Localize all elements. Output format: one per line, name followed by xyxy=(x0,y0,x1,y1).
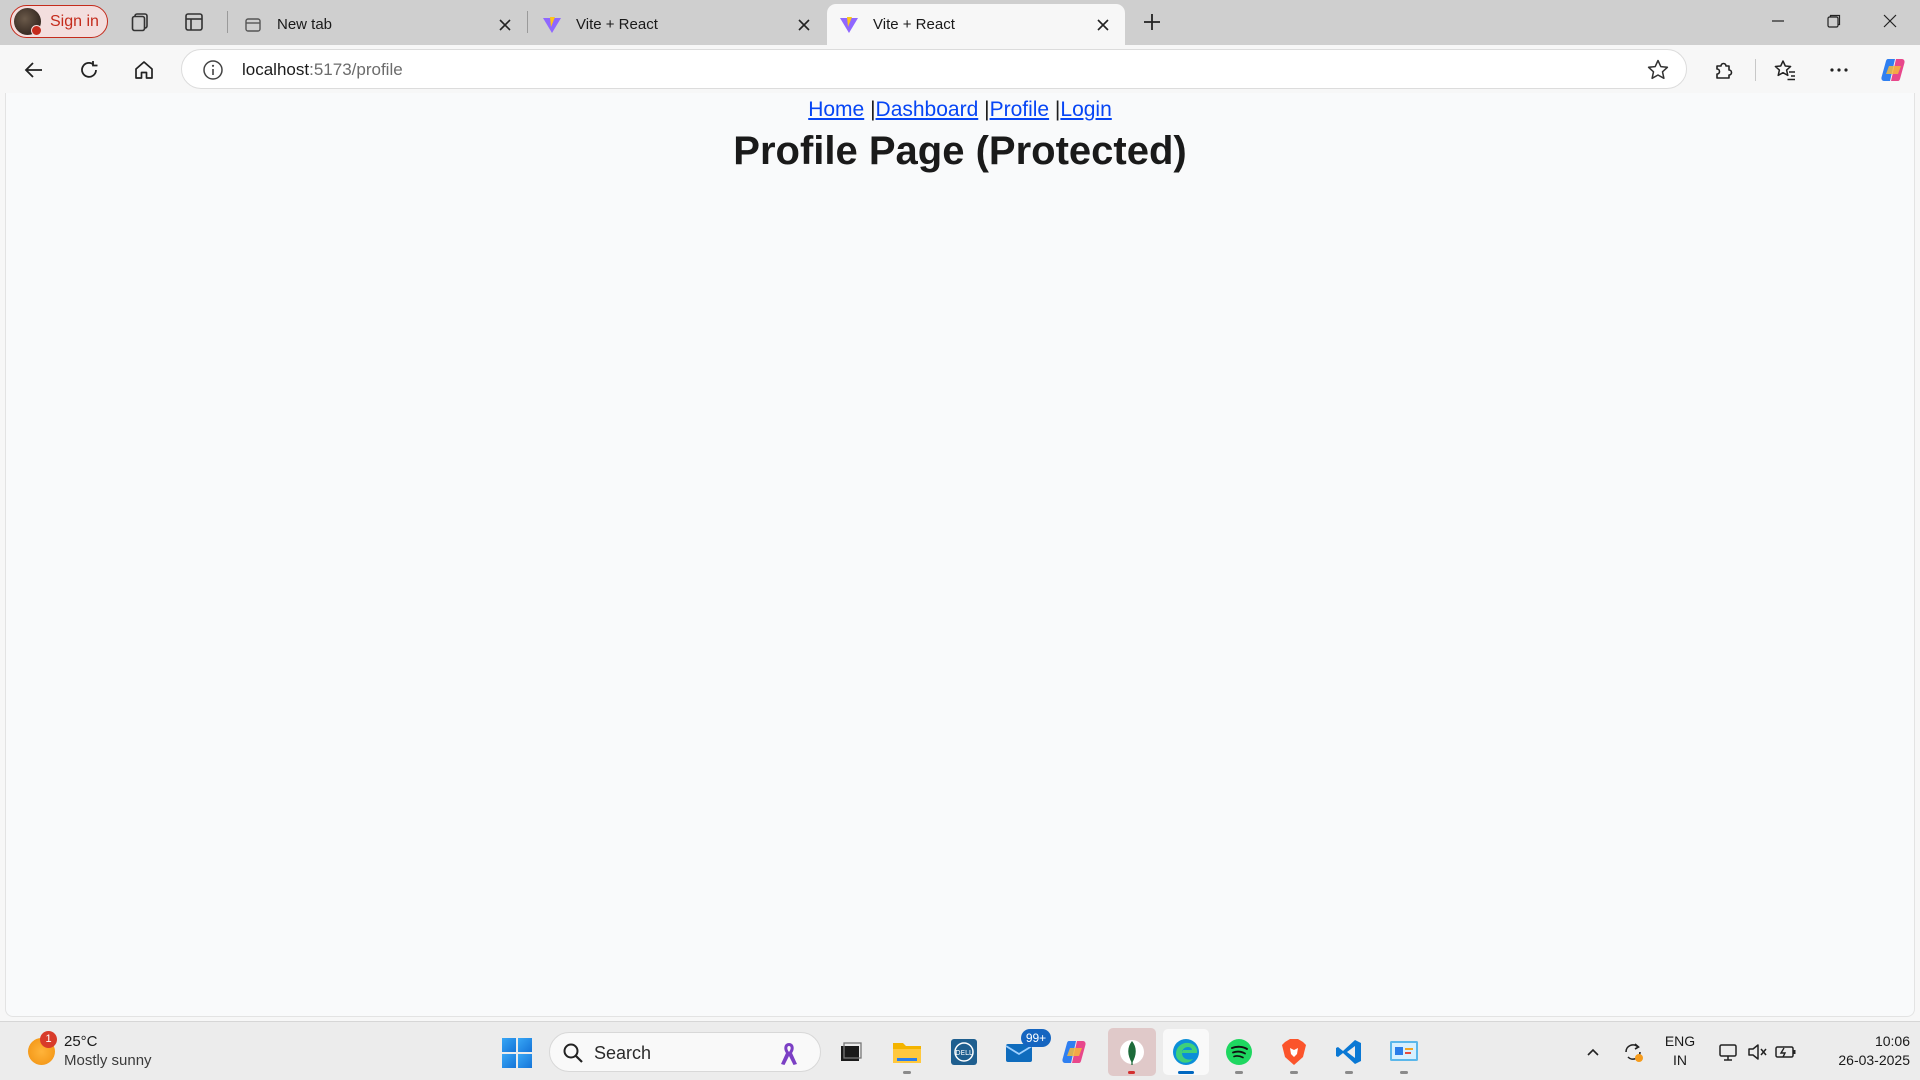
favorites-icon[interactable] xyxy=(1768,53,1802,87)
extensions-puzzle-icon[interactable] xyxy=(1707,53,1741,87)
mail-unread-badge: 99+ xyxy=(1021,1029,1051,1047)
brave-browser-icon[interactable] xyxy=(1274,1032,1314,1074)
minimize-window-icon[interactable] xyxy=(1750,0,1806,42)
start-windows-icon[interactable] xyxy=(502,1038,532,1068)
restore-window-icon[interactable] xyxy=(1806,0,1862,42)
windows-taskbar: 1 25°C Mostly sunny Search DELL 99+ ENG … xyxy=(0,1021,1920,1080)
workspaces-icon[interactable] xyxy=(128,9,154,35)
search-label: Search xyxy=(594,1043,652,1063)
task-view-icon[interactable] xyxy=(831,1032,871,1072)
page-nav: Home |Dashboard |Profile |Login xyxy=(6,97,1914,123)
network-icon[interactable] xyxy=(1713,1032,1743,1072)
tab-title: New tab xyxy=(277,16,333,33)
avatar xyxy=(14,8,42,36)
nav-link-profile[interactable]: Profile xyxy=(990,98,1050,121)
tab-vite-react-active[interactable]: Vite + React xyxy=(827,4,1125,45)
nav-separator: | xyxy=(1049,98,1061,121)
close-tab-icon[interactable] xyxy=(1093,15,1113,35)
active-indicator xyxy=(1178,1071,1194,1074)
page-frame: Home |Dashboard |Profile |Login Profile … xyxy=(0,93,1920,1021)
volume-muted-icon[interactable] xyxy=(1742,1032,1772,1072)
clock-date: 26-03-2025 xyxy=(1838,1052,1910,1068)
spotify-icon[interactable] xyxy=(1219,1032,1259,1074)
running-indicator xyxy=(1345,1071,1353,1074)
new-tab-page-icon xyxy=(243,15,263,35)
weather-widget[interactable]: 1 25°C Mostly sunny xyxy=(24,1031,164,1072)
running-indicator xyxy=(1128,1071,1135,1074)
show-hidden-icons-chevron-icon[interactable] xyxy=(1578,1032,1608,1072)
weather-condition: Mostly sunny xyxy=(64,1052,152,1069)
site-info-icon[interactable] xyxy=(202,59,224,81)
close-tab-icon[interactable] xyxy=(495,15,515,35)
dell-app-icon[interactable]: DELL xyxy=(944,1032,984,1072)
profile-sign-in-button[interactable]: Sign in xyxy=(10,5,108,38)
back-arrow-icon[interactable] xyxy=(17,53,51,87)
running-indicator xyxy=(1290,1071,1298,1074)
copilot-app-icon[interactable] xyxy=(1054,1032,1094,1072)
tab-title: Vite + React xyxy=(873,16,955,33)
vertical-tabs-icon[interactable] xyxy=(181,9,207,35)
battery-charging-icon[interactable] xyxy=(1771,1032,1801,1072)
region-code: IN xyxy=(1673,1052,1687,1068)
control-panel-icon[interactable] xyxy=(1384,1032,1424,1074)
web-page: Home |Dashboard |Profile |Login Profile … xyxy=(5,93,1915,1017)
vite-logo-icon xyxy=(839,15,859,35)
awareness-ribbon-icon xyxy=(778,1041,800,1067)
nav-link-dashboard[interactable]: Dashboard xyxy=(876,98,979,121)
new-tab-plus-icon[interactable] xyxy=(1139,9,1165,35)
address-bar[interactable]: localhost:5173/profile xyxy=(181,49,1687,89)
profile-sign-in-label: Sign in xyxy=(50,12,99,30)
tab-strip: Sign in New tab Vite + React Vite + Reac… xyxy=(0,0,1920,45)
more-options-icon[interactable] xyxy=(1822,53,1856,87)
home-icon[interactable] xyxy=(127,53,161,87)
input-language-indicator[interactable]: ENG IN xyxy=(1660,1032,1700,1070)
favorite-star-icon[interactable] xyxy=(1646,58,1670,82)
nav-link-home[interactable]: Home xyxy=(808,98,864,121)
url-path: :5173/profile xyxy=(309,60,403,79)
tab-title: Vite + React xyxy=(576,16,658,33)
mail-icon[interactable]: 99+ xyxy=(999,1029,1051,1072)
language-code: ENG xyxy=(1664,1033,1696,1049)
notification-badge: 1 xyxy=(40,1031,57,1048)
url-text[interactable]: localhost:5173/profile xyxy=(242,60,403,80)
close-tab-icon[interactable] xyxy=(794,15,814,35)
url-host: localhost xyxy=(242,60,310,79)
vite-logo-icon xyxy=(542,15,562,35)
edge-browser-icon[interactable] xyxy=(1163,1029,1209,1075)
page-title: Profile Page (Protected) xyxy=(733,129,1187,173)
browser-toolbar: localhost:5173/profile xyxy=(0,45,1920,93)
nav-separator: | xyxy=(978,98,990,121)
weather-temperature: 25°C xyxy=(64,1033,98,1050)
mongodb-compass-icon[interactable] xyxy=(1108,1028,1156,1076)
copilot-icon[interactable] xyxy=(1876,53,1910,87)
sync-status-icon[interactable] xyxy=(1618,1032,1648,1072)
system-clock[interactable]: 10:06 26-03-2025 xyxy=(1810,1032,1910,1070)
running-indicator xyxy=(1235,1071,1243,1074)
taskbar-search-box[interactable]: Search xyxy=(549,1032,821,1072)
svg-text:DELL: DELL xyxy=(955,1049,973,1057)
divider xyxy=(527,11,528,33)
search-icon xyxy=(562,1042,584,1064)
divider xyxy=(1755,59,1756,81)
file-explorer-icon[interactable] xyxy=(887,1032,927,1074)
divider xyxy=(227,11,228,33)
tab-new-tab[interactable]: New tab xyxy=(231,4,527,45)
reload-icon[interactable] xyxy=(72,53,106,87)
running-indicator xyxy=(903,1071,911,1074)
close-window-icon[interactable] xyxy=(1862,0,1918,42)
clock-time: 10:06 xyxy=(1874,1033,1910,1049)
running-indicator xyxy=(1400,1071,1408,1074)
nav-separator: | xyxy=(864,98,876,121)
tab-vite-react[interactable]: Vite + React xyxy=(530,4,826,45)
nav-link-login[interactable]: Login xyxy=(1060,98,1111,121)
vscode-icon[interactable] xyxy=(1329,1032,1369,1074)
